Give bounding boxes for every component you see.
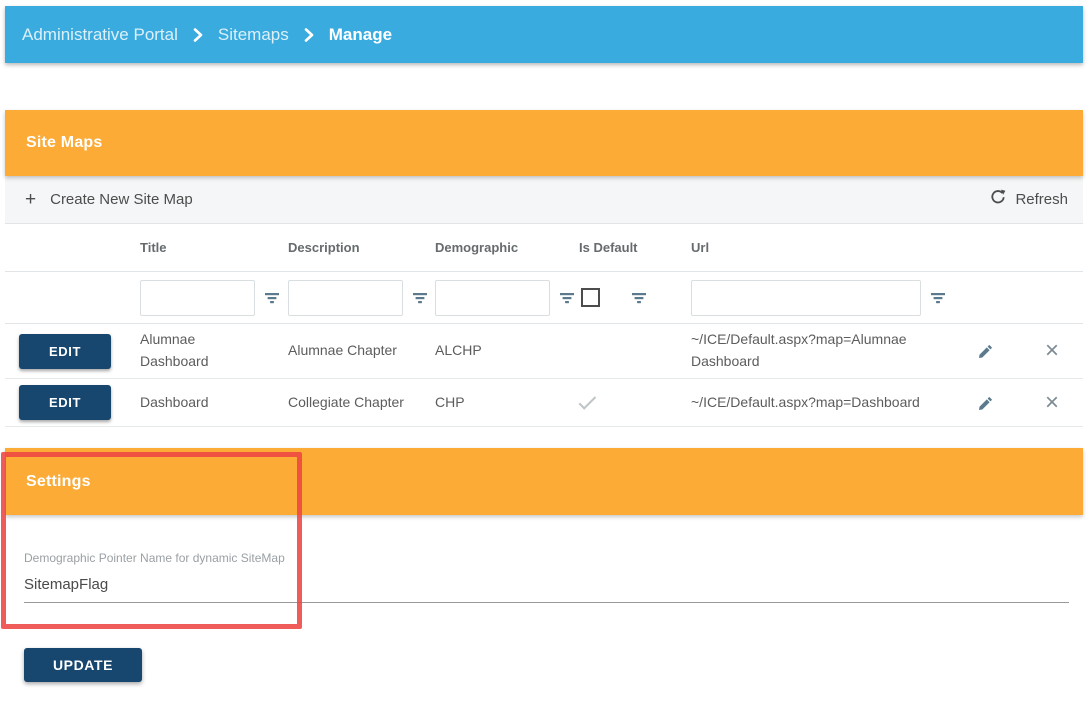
demographic-pointer-field-label: Demographic Pointer Name for dynamic Sit…	[24, 551, 285, 565]
cell-demographic: ALCHP	[435, 342, 482, 359]
refresh-label: Refresh	[1015, 191, 1068, 208]
edit-button[interactable]: EDIT	[19, 385, 111, 420]
table-row: EDIT Dashboard Collegiate Chapter CHP ~/…	[5, 379, 1083, 427]
edit-pencil-button[interactable]	[951, 395, 1021, 411]
settings-panel: Settings Demographic Pointer Name for dy…	[5, 448, 1083, 611]
chevron-right-icon	[304, 27, 314, 42]
sitemaps-panel-title: Site Maps	[26, 134, 103, 151]
refresh-button[interactable]: Refresh	[990, 189, 1068, 210]
cell-title: Dashboard	[140, 393, 209, 410]
breadcrumb: Administrative Portal Sitemaps Manage	[5, 6, 1083, 63]
sitemaps-panel: Site Maps + Create New Site Map Refresh …	[5, 110, 1083, 427]
delete-row-button[interactable]: ×	[1021, 388, 1083, 416]
title-filter-icon[interactable]	[264, 292, 280, 304]
sitemaps-toolbar: + Create New Site Map Refresh	[5, 176, 1083, 224]
cell-url: ~/ICE/Default.aspx?map=Dashboard	[691, 393, 920, 410]
url-filter-input[interactable]	[691, 279, 921, 316]
demographic-filter-input[interactable]	[435, 279, 550, 316]
breadcrumb-item-sitemaps[interactable]: Sitemaps	[218, 25, 289, 45]
pencil-icon	[979, 396, 993, 410]
is-default-checked-icon	[578, 391, 597, 410]
edit-button[interactable]: EDIT	[19, 333, 111, 369]
settings-body: Demographic Pointer Name for dynamic Sit…	[5, 515, 1083, 611]
is-default-filter-icon[interactable]	[631, 292, 647, 304]
description-filter-input[interactable]	[288, 279, 403, 316]
breadcrumb-item-manage: Manage	[328, 24, 393, 44]
is-default-filter-checkbox[interactable]	[581, 288, 600, 307]
edit-pencil-button[interactable]	[951, 343, 1021, 359]
cell-demographic: CHP	[435, 393, 465, 410]
delete-row-button[interactable]: ×	[1021, 339, 1083, 363]
create-new-sitemap-label: Create New Site Map	[50, 191, 193, 208]
settings-panel-header: Settings	[5, 448, 1083, 515]
column-header-description: Description	[288, 240, 360, 255]
cell-description: Alumnae Chapter	[288, 342, 397, 359]
create-new-sitemap-button[interactable]: + Create New Site Map	[25, 190, 193, 209]
column-header-title: Title	[140, 240, 167, 255]
sitemaps-panel-header: Site Maps	[5, 110, 1083, 176]
breadcrumb-item-administrative-portal[interactable]: Administrative Portal	[22, 25, 178, 45]
cell-description: Collegiate Chapter	[288, 393, 404, 410]
cell-title: Alumnae Dashboard	[140, 331, 209, 369]
cell-url: ~/ICE/Default.aspx?map=Alumnae Dashboard	[691, 331, 907, 369]
demographic-filter-icon[interactable]	[559, 292, 575, 304]
chevron-right-icon	[193, 27, 203, 42]
refresh-icon	[990, 189, 1006, 210]
column-header-demographic: Demographic	[435, 240, 519, 255]
plus-icon: +	[25, 189, 37, 210]
update-button[interactable]: UPDATE	[24, 648, 142, 682]
pencil-icon	[979, 344, 993, 358]
url-filter-icon[interactable]	[930, 292, 946, 304]
settings-panel-title: Settings	[26, 472, 91, 490]
column-header-is-default: Is Default	[579, 240, 638, 255]
table-header-row: Title Description Demographic Is Default…	[5, 224, 1083, 272]
column-header-url: Url	[691, 240, 710, 255]
table-filter-row	[5, 272, 1083, 324]
title-filter-input[interactable]	[140, 279, 255, 316]
close-icon: ×	[1044, 388, 1059, 416]
page: Administrative Portal Sitemaps Manage Si…	[0, 6, 1090, 702]
table-row: EDIT Alumnae Dashboard Alumnae Chapter A…	[5, 324, 1083, 379]
close-icon: ×	[1044, 337, 1059, 364]
demographic-pointer-input[interactable]	[24, 572, 1069, 603]
description-filter-icon[interactable]	[412, 292, 428, 304]
